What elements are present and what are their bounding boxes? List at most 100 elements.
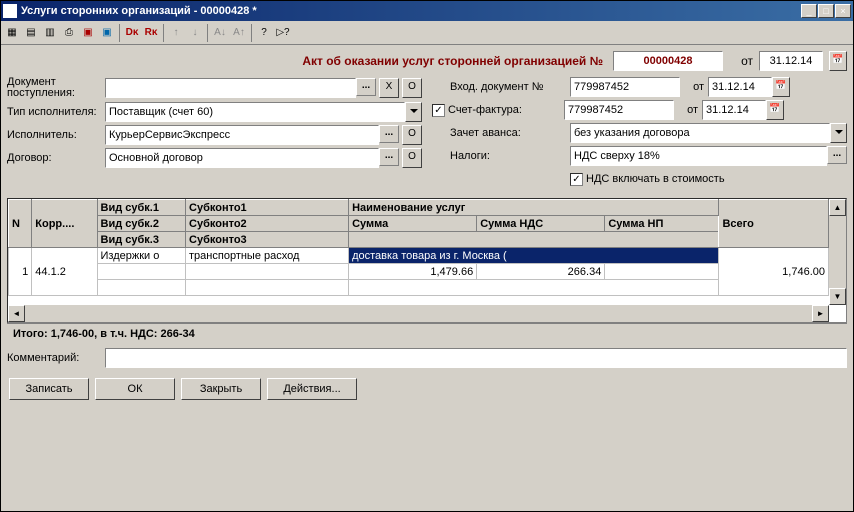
col-sum[interactable]: Сумма — [349, 216, 477, 232]
vertical-scrollbar[interactable]: ▲ ▼ — [829, 199, 846, 305]
table-row: 1 44.1.2 Издержки о транспортные расход … — [9, 248, 829, 264]
tb-sort-asc-icon[interactable]: A↓ — [211, 24, 229, 42]
contract-browse-icon[interactable]: ... — [379, 148, 399, 166]
doc-date-field[interactable]: 31.12.14 — [759, 51, 823, 71]
col-korr[interactable]: Корр.... — [32, 200, 97, 248]
executor-field[interactable]: КурьерСервисЭкспресс — [105, 125, 379, 145]
contract-label: Договор: — [7, 152, 105, 164]
horizontal-scrollbar[interactable]: ◄ ► — [8, 305, 829, 322]
cell-total[interactable]: 1,746.00 — [719, 248, 829, 296]
cell-sum-nds[interactable]: 266.34 — [477, 264, 605, 280]
col-total[interactable]: Всего — [719, 200, 829, 248]
advance-dropdown-icon[interactable] — [830, 123, 847, 143]
content-area: Акт об оказании услуг сторонней организа… — [1, 45, 853, 412]
grid-table[interactable]: N Корр.... Вид субк.1 Субконто1 Наименов… — [8, 199, 829, 296]
scroll-left-icon[interactable]: ◄ — [8, 305, 25, 322]
cell-sum-np[interactable] — [605, 264, 719, 280]
table-row — [9, 280, 829, 296]
tb-doc2-icon[interactable]: ▣ — [98, 24, 116, 42]
ok-button[interactable]: ОК — [95, 378, 175, 400]
doc-number-field[interactable]: 00000428 — [613, 51, 723, 71]
cell-sub1[interactable]: транспортные расход — [186, 248, 349, 264]
doc-income-clear-button[interactable]: X — [379, 78, 399, 98]
button-bar: Записать ОК Закрыть Действия... — [7, 372, 847, 406]
toolbar-separator — [119, 24, 120, 42]
col-vid2[interactable]: Вид субк.2 — [97, 216, 186, 232]
doc-income-field[interactable] — [105, 78, 356, 98]
tb-doc1-icon[interactable]: ▣ — [79, 24, 97, 42]
window-title: Услуги сторонних организаций - 00000428 … — [21, 5, 801, 17]
in-doc-calendar-icon[interactable] — [772, 77, 790, 97]
taxes-combo[interactable]: НДС сверху 18% — [570, 146, 827, 166]
col-sub2[interactable]: Субконто2 — [186, 216, 349, 232]
write-button[interactable]: Записать — [9, 378, 89, 400]
doc-income-open-button[interactable]: О — [402, 78, 422, 98]
advance-combo[interactable]: без указания договора — [570, 123, 830, 143]
scroll-down-icon[interactable]: ▼ — [829, 288, 846, 305]
taxes-browse-icon[interactable]: ... — [827, 146, 847, 164]
tb-up-icon[interactable]: ↑ — [167, 24, 185, 42]
cell-vid1[interactable]: Издержки о — [97, 248, 186, 264]
tb-tree-icon[interactable]: ▥ — [41, 24, 59, 42]
tb-rk-icon[interactable]: Rᴋ — [142, 24, 160, 42]
app-window: Услуги сторонних организаций - 00000428 … — [0, 0, 854, 512]
cell-n[interactable]: 1 — [9, 248, 32, 296]
close-button[interactable]: × — [835, 4, 851, 18]
taxes-label: Налоги: — [450, 150, 570, 162]
col-sum-np[interactable]: Сумма НП — [605, 216, 719, 232]
tb-sort-desc-icon[interactable]: A↑ — [230, 24, 248, 42]
type-dropdown-icon[interactable] — [405, 102, 422, 122]
cell-korr[interactable]: 44.1.2 — [32, 248, 97, 296]
invoice-field[interactable]: 779987452 — [564, 100, 674, 120]
tb-report-icon[interactable]: ▤ — [22, 24, 40, 42]
calendar-icon[interactable] — [829, 51, 847, 71]
table-row: 1,479.66 266.34 — [9, 264, 829, 280]
close-form-button[interactable]: Закрыть — [181, 378, 261, 400]
cell-sub3[interactable] — [186, 280, 349, 296]
maximize-button[interactable]: □ — [818, 4, 834, 18]
tb-down-icon[interactable]: ↓ — [186, 24, 204, 42]
tb-help-icon[interactable]: ? — [255, 24, 273, 42]
tb-form-icon[interactable]: ▦ — [3, 24, 21, 42]
in-doc-date-field[interactable]: 31.12.14 — [708, 77, 772, 97]
scroll-up-icon[interactable]: ▲ — [829, 199, 846, 216]
in-doc-field[interactable]: 779987452 — [570, 77, 680, 97]
comment-field[interactable] — [105, 348, 847, 368]
executor-label: Исполнитель: — [7, 129, 105, 141]
grid-header-row-1: N Корр.... Вид субк.1 Субконто1 Наименов… — [9, 200, 829, 216]
col-n[interactable]: N — [9, 200, 32, 248]
doc-income-label: Документ поступления: — [7, 77, 105, 99]
nds-include-checkbox[interactable]: ✓ — [570, 173, 583, 186]
scroll-right-icon[interactable]: ► — [812, 305, 829, 322]
doc-income-browse-icon[interactable]: ... — [356, 78, 376, 96]
executor-browse-icon[interactable]: ... — [379, 125, 399, 143]
contract-open-button[interactable]: О — [402, 148, 422, 168]
col-vid3[interactable]: Вид субк.3 — [97, 232, 186, 248]
heading-row: Акт об оказании услуг сторонней организа… — [7, 51, 847, 71]
invoice-calendar-icon[interactable] — [766, 100, 784, 120]
tb-dk-icon[interactable]: Dᴋ — [123, 24, 141, 42]
col-sum-nds[interactable]: Сумма НДС — [477, 216, 605, 232]
cell-blank[interactable] — [349, 280, 719, 296]
cell-sub2[interactable] — [186, 264, 349, 280]
invoice-date-field[interactable]: 31.12.14 — [702, 100, 766, 120]
tb-print-icon[interactable]: ⎙ — [60, 24, 78, 42]
cell-vid2[interactable] — [97, 264, 186, 280]
tb-whatsthis-icon[interactable]: ▷? — [274, 24, 292, 42]
app-icon — [3, 4, 17, 18]
col-sub1[interactable]: Субконто1 — [186, 200, 349, 216]
cell-name-selected[interactable]: доставка товара из г. Москва ( — [349, 248, 719, 264]
col-sub3[interactable]: Субконто3 — [186, 232, 349, 248]
actions-button[interactable]: Действия... — [267, 378, 357, 400]
invoice-checkbox[interactable]: ✓ — [432, 104, 445, 117]
col-blank[interactable] — [349, 232, 719, 248]
col-name[interactable]: Наименование услуг — [349, 200, 719, 216]
executor-open-button[interactable]: О — [402, 125, 422, 145]
toolbar: ▦ ▤ ▥ ⎙ ▣ ▣ Dᴋ Rᴋ ↑ ↓ A↓ A↑ ? ▷? — [1, 21, 853, 45]
type-combo[interactable]: Поставщик (счет 60) — [105, 102, 405, 122]
col-vid1[interactable]: Вид субк.1 — [97, 200, 186, 216]
cell-sum[interactable]: 1,479.66 — [349, 264, 477, 280]
minimize-button[interactable]: _ — [801, 4, 817, 18]
cell-vid3[interactable] — [97, 280, 186, 296]
contract-field[interactable]: Основной договор — [105, 148, 379, 168]
